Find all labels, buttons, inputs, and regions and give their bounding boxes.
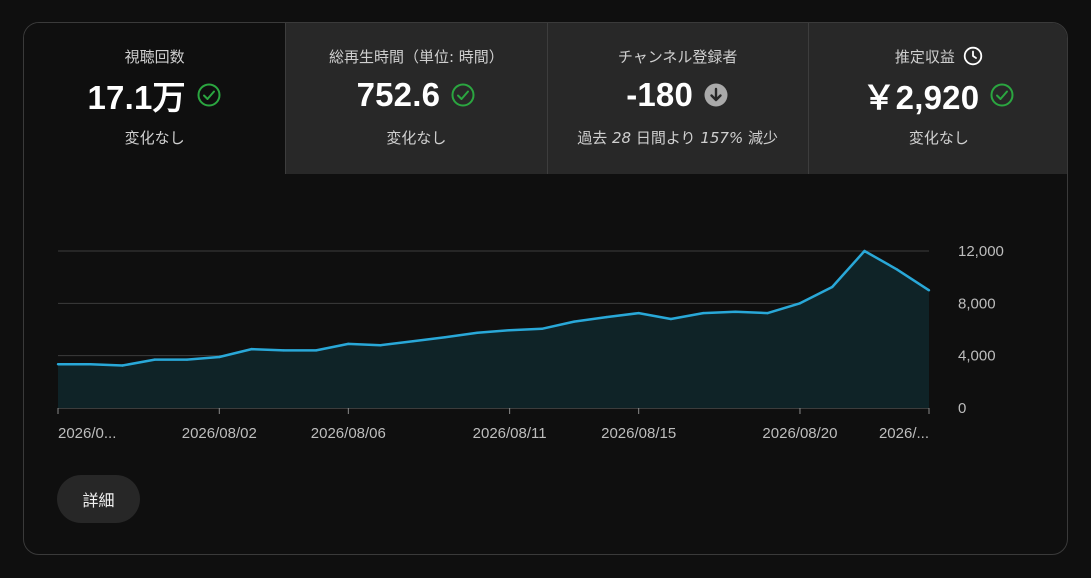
data-point — [250, 347, 253, 351]
metric-change-text: 変化なし — [908, 129, 969, 147]
metric-value: 752.6 — [356, 76, 441, 113]
data-point — [540, 327, 544, 330]
data-point — [379, 344, 382, 347]
data-point — [605, 315, 608, 319]
check-circle-icon — [450, 82, 476, 108]
y-tick-label: 4,000 — [958, 348, 996, 365]
data-point — [572, 320, 576, 323]
analytics-card: 視聴回数 17.1万 変化なし 総再生時間（単位: 時間） 752.6 変化なし — [23, 22, 1068, 555]
metric-value-row: -180 — [626, 75, 729, 115]
change-percent: 157% — [700, 129, 744, 147]
change-mid: 日間より — [631, 129, 701, 147]
x-tick-label: 2026/08/20 — [762, 425, 837, 442]
y-tick-label: 12,000 — [958, 243, 1004, 260]
x-tick-label: 2026/08/02 — [182, 425, 257, 442]
data-point — [185, 358, 189, 361]
metric-change-text: 変化なし — [124, 129, 185, 147]
check-circle-icon — [989, 82, 1015, 108]
metric-value: ￥2,920 — [862, 79, 980, 116]
metric-tabs: 視聴回数 17.1万 変化なし 総再生時間（単位: 時間） 752.6 変化なし — [24, 23, 1067, 174]
metric-tab-subscribers[interactable]: チャンネル登録者 -180 過去 28 日間より 157% 減少 — [546, 23, 808, 174]
check-circle-icon — [196, 82, 222, 108]
data-point — [56, 363, 60, 366]
data-point — [734, 310, 737, 313]
data-point — [863, 249, 866, 253]
change-days: 28 — [612, 129, 632, 147]
data-point — [766, 311, 769, 315]
metric-title: 推定収益 — [895, 45, 983, 67]
metric-value: 17.1万 — [87, 79, 186, 116]
data-point — [153, 358, 156, 361]
data-point — [895, 268, 898, 271]
metric-change-text: 過去 28 日間より 157% 減少 — [577, 127, 778, 148]
arrow-down-circle-icon — [703, 82, 729, 108]
metric-tab-revenue[interactable]: 推定収益 ￥2,920 変化なし — [807, 23, 1067, 174]
views-area-chart: 12,000 8,000 4,000 0 2026/0... 2026/08/02 2026… — [56, 243, 1004, 442]
metric-value-row: ￥2,920 — [862, 75, 1015, 116]
data-point — [282, 349, 285, 352]
metric-value-row: 17.1万 — [88, 75, 222, 116]
y-tick-label: 0 — [958, 400, 966, 417]
data-point — [637, 311, 640, 315]
clock-icon — [963, 46, 983, 66]
x-tick-label: 2026/... — [879, 425, 929, 442]
data-point — [508, 329, 511, 332]
y-tick-label: 8,000 — [958, 295, 996, 312]
data-point — [218, 355, 221, 359]
data-point — [476, 331, 479, 334]
metric-value: -180 — [626, 76, 694, 113]
data-point — [831, 285, 834, 289]
data-point — [411, 340, 415, 343]
metric-title: 視聴回数 — [125, 45, 185, 67]
data-point — [798, 302, 802, 305]
data-point — [121, 364, 124, 367]
metric-title-text: 総再生時間（単位: 時間） — [328, 47, 504, 66]
details-button[interactable]: 詳細 — [57, 475, 140, 523]
metric-title-text: 推定収益 — [894, 47, 955, 66]
area-fill — [58, 251, 929, 408]
metric-title: チャンネル登録者 — [618, 45, 738, 67]
metric-tab-views[interactable]: 視聴回数 17.1万 変化なし — [24, 23, 286, 174]
change-prefix: 過去 — [577, 129, 612, 147]
metric-title-text: 視聴回数 — [124, 47, 185, 66]
data-point — [314, 349, 318, 352]
data-point — [669, 317, 673, 321]
metric-change-text: 変化なし — [386, 129, 447, 147]
change-suffix: 減少 — [743, 129, 779, 147]
data-point — [347, 342, 350, 346]
data-point — [702, 311, 705, 315]
x-tick-label: 2026/0... — [58, 425, 116, 442]
data-point — [927, 289, 931, 292]
x-tick-label: 2026/08/06 — [311, 425, 386, 442]
metric-tab-watch-time[interactable]: 総再生時間（単位: 時間） 752.6 変化なし — [285, 23, 547, 174]
x-tick-label: 2026/08/15 — [601, 425, 676, 442]
data-point — [443, 336, 447, 339]
metric-value-row: 752.6 — [357, 75, 477, 115]
data-point — [89, 363, 92, 366]
metric-title-text: チャンネル登録者 — [617, 47, 738, 66]
metric-title: 総再生時間（単位: 時間） — [329, 45, 504, 67]
x-tick-label: 2026/08/11 — [473, 425, 547, 442]
